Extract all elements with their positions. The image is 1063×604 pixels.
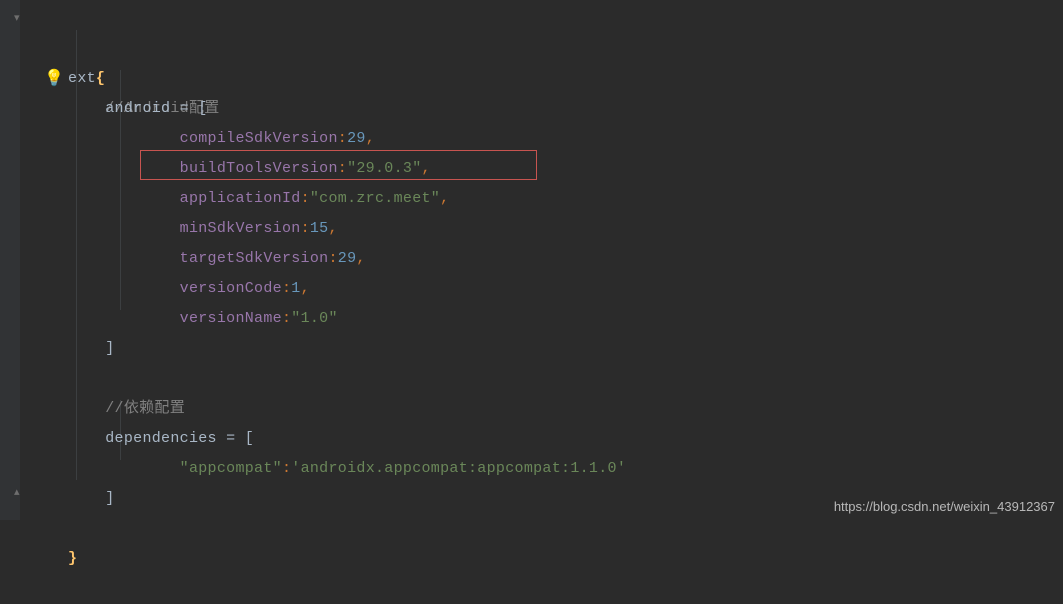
code-line[interactable]: versionCode:1, bbox=[0, 244, 1063, 274]
code-line[interactable]: buildToolsVersion:"29.0.3", bbox=[0, 124, 1063, 154]
code-line[interactable]: applicationId:"com.zrc.meet", bbox=[0, 154, 1063, 184]
fold-open-icon[interactable]: ▾ bbox=[14, 4, 20, 34]
code-editor[interactable]: ▾ ext{ 💡 //Android配置 android = [ compile… bbox=[0, 0, 1063, 514]
code-line[interactable]: android = [ bbox=[0, 64, 1063, 94]
code-line-blank[interactable] bbox=[0, 334, 1063, 364]
code-line[interactable]: compileSdkVersion:29, bbox=[0, 94, 1063, 124]
code-line[interactable]: ] bbox=[0, 304, 1063, 334]
fold-close-icon[interactable]: ▴ bbox=[14, 478, 20, 508]
code-line[interactable]: "appcompat":'androidx.appcompat:appcompa… bbox=[0, 424, 1063, 454]
token-brace-close: } bbox=[68, 550, 77, 567]
watermark-text: https://blog.csdn.net/weixin_43912367 bbox=[834, 499, 1055, 514]
code-line[interactable]: minSdkVersion:15, bbox=[0, 184, 1063, 214]
code-line[interactable]: ] bbox=[0, 454, 1063, 484]
code-line[interactable]: //依赖配置 bbox=[0, 364, 1063, 394]
code-line[interactable]: targetSdkVersion:29, bbox=[0, 214, 1063, 244]
code-line[interactable]: versionName:"1.0" bbox=[0, 274, 1063, 304]
code-line[interactable]: 💡 //Android配置 bbox=[0, 34, 1063, 64]
code-line[interactable]: ▾ ext{ bbox=[0, 4, 1063, 34]
code-line[interactable]: dependencies = [ bbox=[0, 394, 1063, 424]
